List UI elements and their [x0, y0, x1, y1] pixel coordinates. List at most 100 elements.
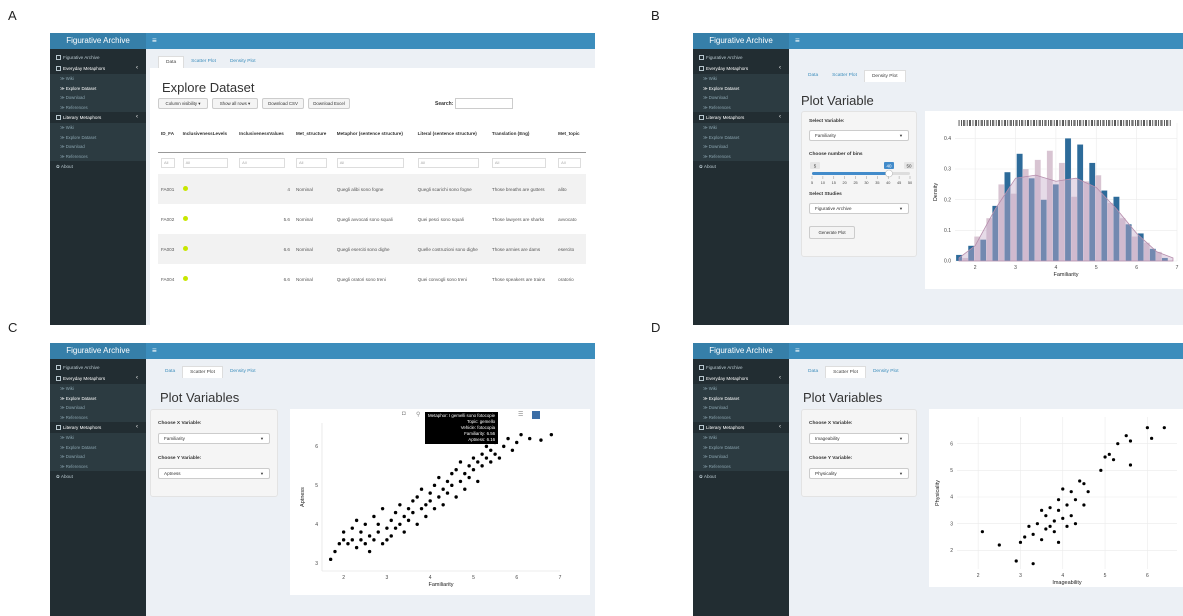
sidebar-toggle-icon[interactable]: ≡ [795, 343, 800, 359]
menu-icon[interactable]: ☰ [518, 411, 523, 418]
bins-slider[interactable]: 5 50 40 5 10 15 20 25 30 35 40 45 50 [806, 160, 916, 188]
filter-input[interactable]: All [295, 158, 328, 169]
sidebar-item-home[interactable]: Figurative Archive [693, 362, 789, 373]
select-variable-dropdown[interactable]: Familiarity ▼ [809, 130, 909, 141]
sidebar-subitem[interactable]: ≫ References [693, 102, 789, 112]
tab-scatter-plot[interactable]: Scatter Plot [184, 56, 223, 68]
sidebar-item-literary-metaphors[interactable]: Literary Metaphors ‹ [50, 422, 146, 433]
table-row[interactable]: FA003 6.6 Nominal Quegli eserciti sono digh… [158, 234, 586, 264]
col-header-metaphor[interactable]: Metaphor (sentence structure) [333, 116, 415, 153]
sidebar-item-about[interactable]: ✿ About [693, 471, 789, 483]
col-header-id[interactable]: ID_FA [158, 116, 180, 153]
tab-data[interactable]: Data [158, 366, 182, 378]
app-brand[interactable]: Figurative Archive [50, 343, 146, 359]
sidebar-item-everyday-metaphors[interactable]: Everyday Metaphors ‹ [50, 373, 146, 384]
filter-input[interactable]: All [417, 158, 480, 169]
sidebar-subitem[interactable]: ≫ Wiki [693, 433, 789, 443]
select-studies-dropdown[interactable]: Figurative Archive ▼ [809, 203, 909, 214]
sidebar-subitem[interactable]: ≫ Wiki [693, 123, 789, 133]
sidebar-item-everyday-metaphors[interactable]: Everyday Metaphors ‹ [693, 63, 789, 74]
sidebar-subitem[interactable]: ≫ Download [50, 403, 146, 413]
col-header-met-topic[interactable]: Met_topic [555, 116, 586, 153]
sidebar-subitem[interactable]: ≫ Explore Dataset [50, 393, 146, 403]
sidebar-subitem[interactable]: ≫ Explore Dataset [50, 83, 146, 93]
generate-plot-button[interactable]: Generate Plot [809, 226, 855, 239]
tab-scatter-plot[interactable]: Scatter Plot [825, 366, 866, 378]
filter-input[interactable]: All [336, 158, 405, 169]
sidebar-item-about[interactable]: ✿ About [693, 161, 789, 173]
sidebar-subitem[interactable]: ≫ Explore Dataset [693, 132, 789, 142]
tab-scatter-plot[interactable]: Scatter Plot [182, 366, 223, 378]
camera-icon[interactable]: ◘ [402, 411, 406, 417]
sidebar-subitem[interactable]: ≫ Wiki [50, 74, 146, 84]
sidebar-subitem[interactable]: ≫ Download [693, 142, 789, 152]
sidebar-subitem[interactable]: ≫ References [693, 461, 789, 471]
app-brand[interactable]: Figurative Archive [693, 343, 789, 359]
sidebar-subitem[interactable]: ≫ Download [693, 93, 789, 103]
tab-density-plot[interactable]: Density Plot [223, 366, 263, 378]
filter-input[interactable]: All [491, 158, 547, 169]
tab-scatter-plot[interactable]: Scatter Plot [825, 70, 864, 82]
sidebar-subitem[interactable]: ≫ References [50, 151, 146, 161]
col-header-met-structure[interactable]: Met_structure [292, 116, 334, 153]
col-header-inclusiveness-levels[interactable]: InclusivenessLevels [179, 116, 237, 153]
zoom-icon[interactable]: ⚲ [416, 411, 420, 418]
y-variable-dropdown[interactable]: Aptness ▼ [158, 468, 270, 479]
search-input[interactable] [455, 98, 513, 109]
tab-data[interactable]: Data [158, 56, 185, 68]
table-row[interactable]: FA004 6.6 Nominal Quegli oratori sono treni… [158, 264, 586, 294]
sidebar-subitem[interactable]: ≫ References [50, 102, 146, 112]
sidebar-toggle-icon[interactable]: ≡ [152, 33, 157, 49]
app-brand[interactable]: Figurative Archive [693, 33, 789, 49]
sidebar-subitem[interactable]: ≫ References [693, 151, 789, 161]
col-header-literal[interactable]: Literal (sentence structure) [414, 116, 489, 153]
sidebar-subitem[interactable]: ≫ Download [693, 403, 789, 413]
sidebar-item-home[interactable]: Figurative Archive [50, 52, 146, 63]
sidebar-subitem[interactable]: ≫ Explore Dataset [693, 83, 789, 93]
sidebar-subitem[interactable]: ≫ Wiki [693, 74, 789, 84]
sidebar-subitem[interactable]: ≫ Wiki [50, 384, 146, 394]
sidebar-toggle-icon[interactable]: ≡ [795, 33, 800, 49]
slider-handle[interactable] [885, 169, 893, 178]
x-variable-dropdown[interactable]: Familiarity ▼ [158, 433, 270, 444]
sidebar-subitem[interactable]: ≫ References [693, 412, 789, 422]
sidebar-subitem[interactable]: ≫ Wiki [50, 123, 146, 133]
sidebar-subitem[interactable]: ≫ Wiki [693, 384, 789, 394]
sidebar-item-literary-metaphors[interactable]: Literary Metaphors ‹ [693, 112, 789, 123]
filter-input[interactable]: All [239, 158, 285, 169]
tab-density-plot[interactable]: Density Plot [863, 70, 906, 82]
show-all-rows-button[interactable]: Show all rows ▾ [212, 98, 258, 109]
tab-density-plot[interactable]: Density Plot [223, 56, 263, 68]
sidebar-subitem[interactable]: ≫ Explore Dataset [693, 442, 789, 452]
tab-data[interactable]: Data [801, 366, 825, 378]
sidebar-subitem[interactable]: ≫ Wiki [50, 433, 146, 443]
column-visibility-button[interactable]: Column visibility ▾ [158, 98, 208, 109]
sidebar-item-about[interactable]: ✿ About [50, 471, 146, 483]
download-excel-button[interactable]: Download Excel [308, 98, 350, 109]
col-header-inclusiveness-values[interactable]: InclusivenessValues [236, 116, 293, 153]
sidebar-subitem[interactable]: ≫ Download [693, 452, 789, 462]
table-row[interactable]: FA002 5.6 Nominal Quegli avvocati sono squa… [158, 204, 586, 234]
download-csv-button[interactable]: Download CSV [262, 98, 304, 109]
sidebar-subitem[interactable]: ≫ Explore Dataset [50, 442, 146, 452]
sidebar-subitem[interactable]: ≫ Download [50, 142, 146, 152]
sidebar-item-literary-metaphors[interactable]: Literary Metaphors ‹ [50, 112, 146, 123]
sidebar-toggle-icon[interactable]: ≡ [152, 343, 157, 359]
filter-input[interactable]: All [161, 158, 176, 169]
tab-density-plot[interactable]: Density Plot [866, 366, 906, 378]
sidebar-item-literary-metaphors[interactable]: Literary Metaphors ‹ [693, 422, 789, 433]
y-variable-dropdown[interactable]: Physicality ▼ [809, 468, 909, 479]
sidebar-subitem[interactable]: ≫ Explore Dataset [50, 132, 146, 142]
sidebar-item-about[interactable]: ✿ About [50, 161, 146, 173]
col-header-translation[interactable]: Translation (Eng) [488, 116, 556, 153]
app-brand[interactable]: Figurative Archive [50, 33, 146, 49]
sidebar-subitem[interactable]: ≫ Download [50, 93, 146, 103]
table-row[interactable]: FA001 4 Nominal Quegli alibi sono fogne Queg… [158, 174, 586, 204]
plotly-logo-icon[interactable] [532, 411, 540, 419]
filter-input[interactable]: All [558, 158, 581, 169]
sidebar-item-everyday-metaphors[interactable]: Everyday Metaphors ‹ [50, 63, 146, 74]
tab-data[interactable]: Data [801, 70, 825, 82]
sidebar-item-home[interactable]: Figurative Archive [693, 52, 789, 63]
sidebar-subitem[interactable]: ≫ References [50, 412, 146, 422]
sidebar-subitem[interactable]: ≫ Download [50, 452, 146, 462]
